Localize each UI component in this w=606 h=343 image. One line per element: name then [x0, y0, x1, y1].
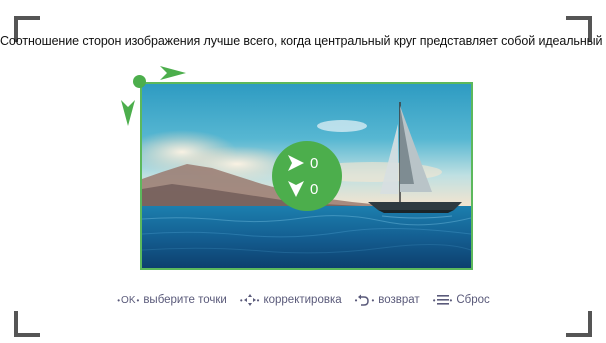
aspect-ratio-calibration-screen: Соотношение сторон изображения лучше все…	[0, 0, 606, 343]
horizontal-offset-row: 0	[288, 153, 318, 173]
back-icon: • •	[354, 294, 375, 306]
hint-reset: • • Сброс	[432, 294, 490, 306]
corner-bracket-bottom-left	[14, 311, 40, 337]
menu-icon: • •	[432, 295, 453, 305]
hint-label: корректировка	[263, 294, 342, 306]
hint-select-points: • OK • выберите точки	[116, 294, 227, 306]
corner-bracket-bottom-right	[566, 311, 592, 337]
arrow-right-icon	[288, 155, 304, 171]
direction-pad-icon: • •	[239, 294, 260, 306]
vertical-offset-value: 0	[310, 180, 319, 198]
horizontal-offset-value: 0	[310, 154, 319, 172]
anchor-point[interactable]	[133, 75, 146, 88]
vertical-offset-row: 0	[288, 179, 318, 199]
control-hints-bar: • OK • выберите точки • • корректировка •	[0, 294, 606, 306]
hint-label: Сброс	[456, 294, 490, 306]
hint-back: • • возврат	[354, 294, 420, 306]
center-circle: 0 0	[272, 141, 342, 211]
hint-adjust: • • корректировка	[239, 294, 342, 306]
instruction-text: Соотношение сторон изображения лучше все…	[0, 34, 606, 48]
hint-label: выберите точки	[143, 294, 227, 306]
arrow-down-icon	[288, 181, 304, 197]
arrow-right-icon	[160, 66, 186, 80]
arrow-down-icon	[121, 100, 135, 126]
hint-label: возврат	[378, 294, 420, 306]
ok-key-icon: • OK •	[117, 294, 140, 306]
